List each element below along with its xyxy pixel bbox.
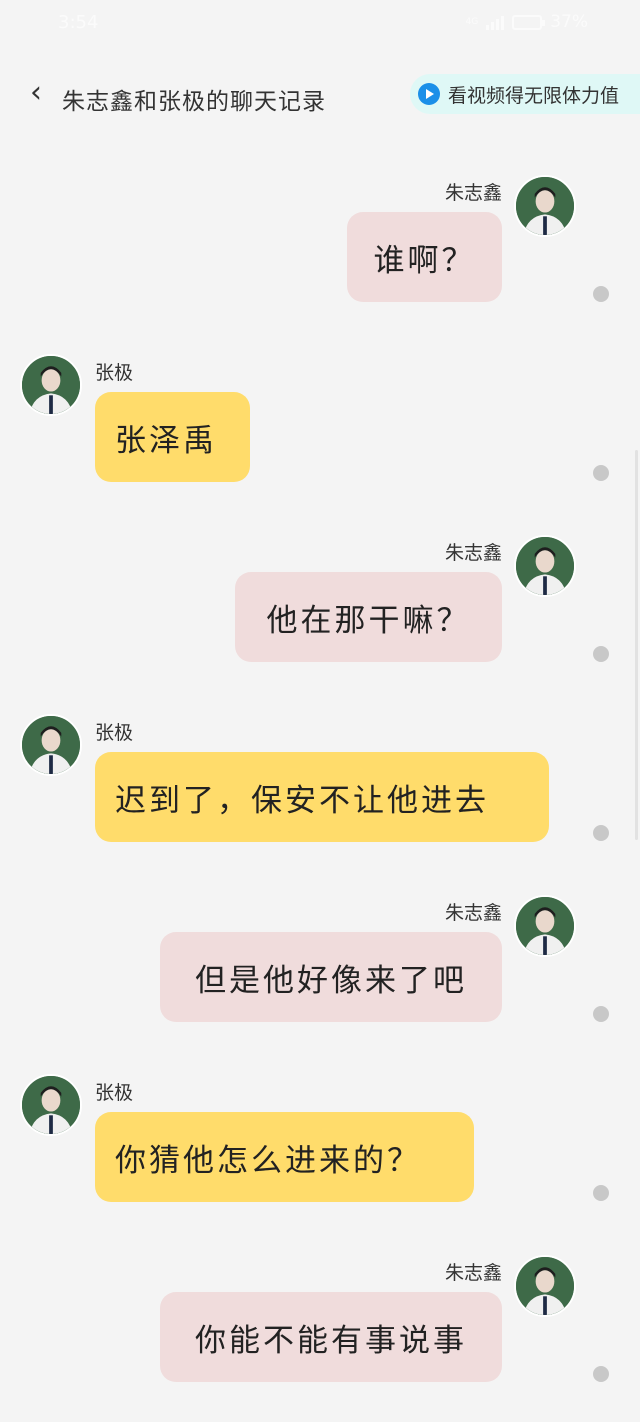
avatar-zhangji[interactable] — [20, 354, 82, 416]
status-time: 3:54 — [58, 12, 99, 33]
battery-icon — [512, 14, 546, 30]
avatar-zhuzhixin[interactable] — [514, 535, 576, 597]
play-icon — [418, 83, 440, 105]
sender-name: 张极 — [95, 1082, 134, 1104]
message-bubble[interactable]: 但是他好像来了吧 — [160, 932, 502, 1022]
signal-icon — [486, 14, 505, 30]
message-bubble[interactable]: 你能不能有事说事 — [160, 1292, 502, 1382]
network-label: 4G — [465, 17, 479, 27]
avatar-zhuzhixin[interactable] — [514, 175, 576, 237]
message-row: 朱志鑫 你能不能有事说事 — [0, 1252, 640, 1392]
sender-name: 朱志鑫 — [444, 1262, 502, 1284]
read-status-dot — [593, 646, 609, 662]
scrollbar[interactable] — [635, 450, 638, 840]
back-chevron-icon[interactable]: ‹ — [30, 78, 42, 108]
avatar-zhuzhixin[interactable] — [514, 1255, 576, 1317]
message-row: 张极 张泽禹 — [0, 352, 640, 492]
message-bubble[interactable]: 张泽禹 — [95, 392, 250, 482]
message-row: 张极 迟到了，保安不让他进去 — [0, 712, 640, 852]
sender-name: 朱志鑫 — [444, 182, 502, 204]
battery-level: 37% — [550, 12, 588, 32]
read-status-dot — [593, 286, 609, 302]
message-bubble[interactable]: 迟到了，保安不让他进去 — [95, 752, 549, 842]
video-reward-label: 看视频得无限体力值 — [448, 84, 620, 107]
message-row: 张极 你猜他怎么进来的？ — [0, 1072, 640, 1212]
read-status-dot — [593, 1006, 609, 1022]
avatar-zhangji[interactable] — [20, 1074, 82, 1136]
message-row: 朱志鑫 谁啊？ — [0, 172, 640, 312]
video-reward-button[interactable]: 看视频得无限体力值 — [410, 74, 640, 114]
avatar-zhangji[interactable] — [20, 714, 82, 776]
read-status-dot — [593, 1366, 609, 1382]
message-row: 朱志鑫 他在那干嘛？ — [0, 532, 640, 672]
status-bar: 3:54 4G 37% — [0, 0, 640, 48]
message-bubble[interactable]: 你猜他怎么进来的？ — [95, 1112, 474, 1202]
message-bubble[interactable]: 他在那干嘛？ — [235, 572, 502, 662]
sender-name: 张极 — [95, 362, 134, 384]
sender-name: 张极 — [95, 722, 134, 744]
sender-name: 朱志鑫 — [444, 542, 502, 564]
chat-header: ‹ 朱志鑫和张极的聊天记录 看视频得无限体力值 — [0, 64, 640, 124]
page-title: 朱志鑫和张极的聊天记录 — [62, 89, 326, 115]
avatar-zhuzhixin[interactable] — [514, 895, 576, 957]
read-status-dot — [593, 825, 609, 841]
read-status-dot — [593, 1185, 609, 1201]
status-indicators: 4G 37% — [466, 12, 589, 32]
message-bubble[interactable]: 谁啊？ — [347, 212, 502, 302]
sender-name: 朱志鑫 — [444, 902, 502, 924]
read-status-dot — [593, 465, 609, 481]
message-row: 朱志鑫 但是他好像来了吧 — [0, 892, 640, 1032]
